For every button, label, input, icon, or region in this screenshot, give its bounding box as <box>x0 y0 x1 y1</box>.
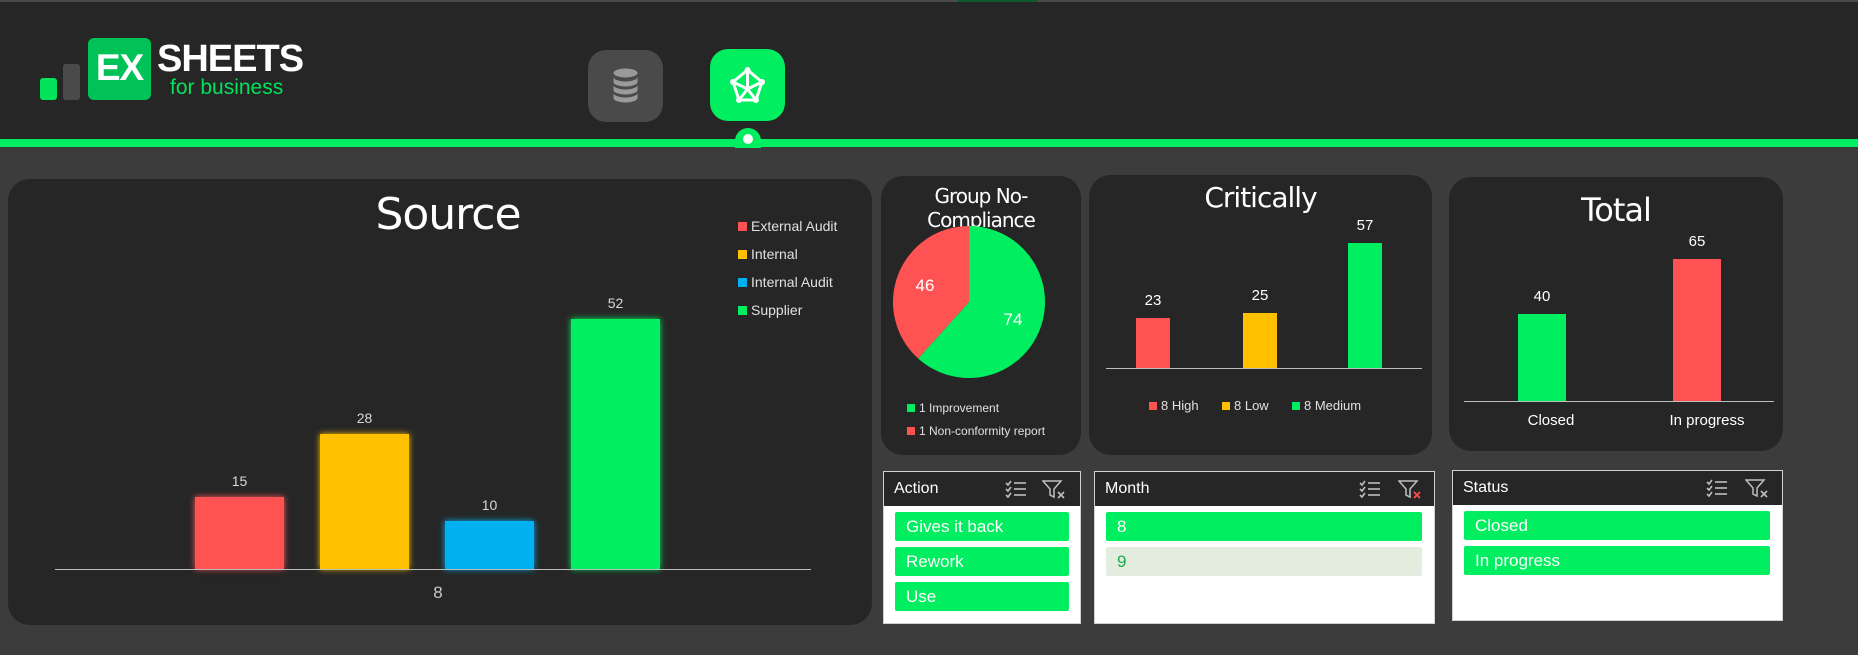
month-slicer: Month 8 9 <box>1094 471 1435 624</box>
legend-external-audit: External Audit <box>738 218 837 234</box>
source-title: Source <box>375 189 521 240</box>
header-accent-bar <box>0 139 1858 147</box>
active-sheet-marker <box>958 0 1038 2</box>
source-x-label: 8 <box>433 583 443 602</box>
legend-label: Internal Audit <box>751 274 833 290</box>
legend-label: 1 Non-conformity report <box>919 424 1046 438</box>
bar-source-1 <box>320 434 409 569</box>
data-label-source-0: 15 <box>231 472 248 489</box>
data-label-source-1: 28 <box>356 410 373 427</box>
data-label-critical-0: 23 <box>1144 291 1162 309</box>
source-x-axis <box>55 569 811 570</box>
action-slicer: Action Gives it back Rework Use <box>883 471 1081 624</box>
pie-label-1: 46 <box>916 276 935 295</box>
nav-network-button[interactable] <box>710 49 785 121</box>
legend-improvement: 1 Improvement <box>907 401 999 415</box>
pie-label-0: 74 <box>1004 310 1023 329</box>
logo-sheets: SHEETS <box>157 38 304 80</box>
bar-critical-0 <box>1136 317 1170 368</box>
active-nav-indicator-dot <box>743 134 753 144</box>
data-label-source-3: 52 <box>607 295 624 311</box>
legend-non-conformity: 1 Non-conformity report <box>907 424 1045 438</box>
logo-ex: EX <box>88 38 151 100</box>
slicer-item-in-progress[interactable]: In progress <box>1464 546 1770 575</box>
legend-swatch <box>1222 401 1230 410</box>
data-label-source-2: 10 <box>481 496 498 513</box>
bar-source-2 <box>445 520 534 569</box>
legend-swatch <box>738 221 747 231</box>
nav-database-button[interactable] <box>588 50 663 122</box>
slicer-item-closed[interactable]: Closed <box>1464 511 1770 540</box>
bar-total-0 <box>1518 313 1566 401</box>
brand-logo: EX SHEETS for business <box>40 38 304 104</box>
legend-internal: Internal <box>738 246 798 262</box>
clear-filter-icon[interactable] <box>1398 479 1422 499</box>
network-icon <box>730 67 765 103</box>
total-x-label-closed: Closed <box>1527 412 1575 429</box>
clear-filter-icon[interactable] <box>1042 479 1066 499</box>
critically-card: Critically 23 25 57 8 High 8 Low 8 Medium <box>1089 175 1432 455</box>
top-border <box>0 0 1858 2</box>
slicer-title: Action <box>894 480 939 497</box>
legend-label: Supplier <box>751 302 803 318</box>
legend-swatch <box>907 427 915 435</box>
total-x-label-inprogress: In progress <box>1669 412 1745 429</box>
legend-swatch <box>738 305 747 315</box>
group-card: Group No-Compliance 74 46 1 Improvement 1… <box>881 176 1081 455</box>
legend-label: 8 Low <box>1234 398 1269 413</box>
bar-source-0 <box>195 496 284 569</box>
slicer-title: Month <box>1105 480 1150 497</box>
legend-label: 8 High <box>1161 398 1199 413</box>
total-title: Total <box>1581 191 1652 229</box>
slicer-item-gives-it-back[interactable]: Gives it back <box>895 512 1069 541</box>
multi-select-icon[interactable] <box>1705 478 1729 498</box>
legend-swatch <box>1149 401 1157 410</box>
group-title: Group No-Compliance <box>927 184 1036 232</box>
legend-internal-audit: Internal Audit <box>738 274 833 290</box>
group-pie-chart: 74 46 <box>893 226 1045 378</box>
legend-swatch <box>907 404 915 412</box>
legend-swatch <box>738 277 747 287</box>
clear-filter-icon[interactable] <box>1745 478 1769 498</box>
critically-title: Critically <box>1204 181 1317 214</box>
bar-critical-1 <box>1243 313 1277 368</box>
data-label-total-0: 40 <box>1533 287 1551 305</box>
status-slicer: Status Closed In progress <box>1452 470 1783 621</box>
legend-supplier: Supplier <box>738 302 802 318</box>
source-card: Source External Audit Internal Internal … <box>8 179 872 625</box>
slicer-item-month-9[interactable]: 9 <box>1106 547 1422 576</box>
total-x-axis <box>1464 401 1774 402</box>
multi-select-icon[interactable] <box>1004 479 1028 499</box>
header-bar: EX SHEETS for business <box>0 0 1858 147</box>
logo-bar-green <box>40 78 57 100</box>
legend-swatch <box>738 249 747 259</box>
bar-source-3 <box>571 319 660 569</box>
legend-low: 8 Low <box>1222 398 1269 413</box>
legend-label: 8 Medium <box>1304 398 1362 413</box>
data-label-critical-2: 57 <box>1356 217 1374 234</box>
database-icon <box>613 68 638 103</box>
slicer-header: Month <box>1095 472 1434 506</box>
slicer-title: Status <box>1463 479 1509 496</box>
logo-tagline: for business <box>170 76 284 99</box>
data-label-total-1: 65 <box>1688 233 1706 250</box>
legend-medium: 8 Medium <box>1292 398 1361 413</box>
legend-high: 8 High <box>1149 398 1199 413</box>
total-card: Total 40 65 Closed In progress <box>1449 177 1783 451</box>
bar-total-1 <box>1673 259 1721 401</box>
legend-label: 1 Improvement <box>919 401 1000 415</box>
multi-select-icon[interactable] <box>1358 479 1382 499</box>
bar-critical-2 <box>1348 243 1382 368</box>
data-label-critical-1: 25 <box>1251 287 1269 305</box>
slicer-item-rework[interactable]: Rework <box>895 547 1069 576</box>
legend-swatch <box>1292 401 1300 410</box>
critically-x-axis <box>1106 368 1422 369</box>
legend-label: External Audit <box>751 218 838 234</box>
slicer-header: Action <box>884 472 1080 506</box>
slicer-item-use[interactable]: Use <box>895 582 1069 611</box>
slicer-header: Status <box>1453 471 1782 505</box>
slicer-item-month-8[interactable]: 8 <box>1106 512 1422 541</box>
logo-bar-gray <box>63 64 80 100</box>
legend-label: Internal <box>751 246 798 262</box>
